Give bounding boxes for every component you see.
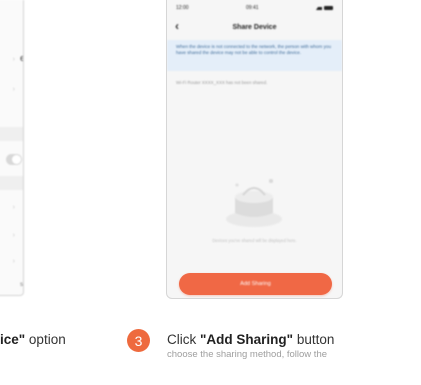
status-icons: [316, 6, 333, 10]
step-caption: Click "Add Sharing" button: [167, 332, 334, 347]
chevron-left-icon[interactable]: ‹: [175, 19, 179, 33]
previous-step-caption: ice" option: [0, 332, 66, 347]
toggle-switch[interactable]: [6, 154, 22, 165]
battery-icon: [324, 6, 333, 10]
empty-state-caption: Devices you've shared will be displayed …: [212, 238, 297, 243]
previous-step-phone: e › › › › › s: [0, 0, 24, 296]
status-bar: 12:00 09:41: [167, 0, 342, 16]
fragment-text-top: e: [20, 53, 23, 63]
share-status-note: Wi-Fi Router XXXX_XXX has not been share…: [176, 80, 268, 85]
chevron-right-icon: ›: [12, 232, 15, 239]
fragment-text-bottom: s: [20, 282, 23, 288]
chevron-right-icon: ›: [12, 56, 15, 63]
caption-right-suffix: button: [293, 332, 335, 347]
add-sharing-label: Add Sharing: [240, 281, 271, 287]
caption-left-bold: ice": [0, 332, 26, 347]
status-time: 12:00: [176, 5, 189, 11]
chevron-right-icon: ›: [12, 258, 15, 265]
chevron-right-icon: ›: [12, 204, 15, 211]
network-notice: When the device is not connected to the …: [167, 40, 342, 71]
page-title: Share Device: [232, 23, 277, 31]
chevron-right-icon: ›: [12, 86, 15, 93]
step-sub-caption: choose the sharing method, follow the: [167, 349, 328, 359]
caption-right-bold: "Add Sharing": [200, 332, 294, 347]
add-sharing-button[interactable]: Add Sharing: [179, 273, 332, 295]
caption-right-prefix: Click: [167, 332, 200, 347]
status-clock: 09:41: [246, 5, 259, 11]
share-device-phone: 12:00 09:41 ‹ Share Device When the devi…: [166, 0, 343, 299]
caption-left-rest: option: [25, 332, 66, 347]
section-divider: [0, 127, 23, 141]
section-divider: [0, 176, 23, 190]
signal-icon: [316, 6, 322, 10]
step-number-badge: 3: [127, 329, 150, 352]
empty-state-illustration-icon: [226, 179, 282, 227]
nav-bar: ‹ Share Device: [167, 16, 342, 38]
